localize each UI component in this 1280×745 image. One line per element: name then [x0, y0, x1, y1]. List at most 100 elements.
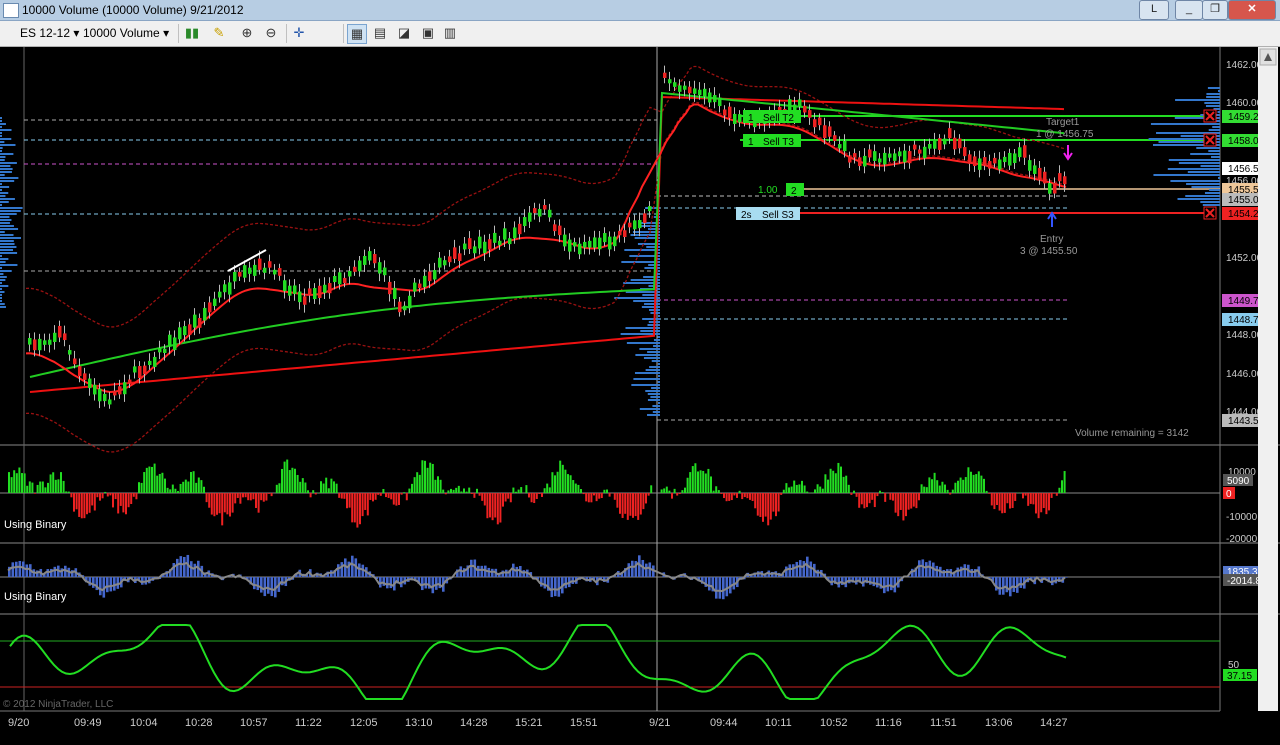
volume-profile-bar	[0, 183, 2, 185]
volume-profile-bar	[1151, 123, 1220, 125]
histogram-bar	[206, 493, 208, 502]
volume-profile-bar	[0, 225, 14, 227]
close-button[interactable]: ✕	[1228, 0, 1276, 20]
candle-body	[913, 145, 917, 150]
histogram-bar	[1043, 493, 1045, 508]
period-selector[interactable]: 10000 Volume ▾	[83, 26, 169, 40]
histogram-bar	[406, 493, 408, 500]
zoom-out-icon[interactable]: ⊖	[262, 24, 280, 42]
histogram-bar	[424, 461, 426, 493]
candle-body	[273, 270, 277, 275]
histogram-bar	[918, 493, 920, 500]
order-sell-t2[interactable]: 1 Sell T2	[743, 110, 801, 124]
volume-profile-bar	[0, 297, 2, 299]
pencil-icon[interactable]: ✎	[210, 24, 228, 42]
instrument-selector[interactable]: ES 12-12 ▾	[20, 26, 79, 40]
volume-profile-bar	[658, 402, 660, 404]
chart-canvas[interactable]: 1 Sell T2 1 Sell T3 2s Sell S3 1.00 2 Ta…	[0, 47, 1280, 740]
order-sell-s3[interactable]: 2s Sell S3	[736, 207, 800, 221]
candle-body	[433, 270, 437, 279]
histogram-bar	[247, 493, 249, 500]
histogram-bar	[151, 467, 153, 493]
histogram-bar	[24, 473, 26, 493]
volume-profile-bar	[0, 174, 5, 176]
restore-button[interactable]: ❐	[1202, 0, 1228, 20]
volume-profile-bar	[0, 258, 8, 260]
volume-profile-bar	[0, 201, 9, 203]
histogram-bar	[835, 473, 837, 493]
histogram-bar	[622, 493, 624, 518]
link-button[interactable]: L	[1139, 0, 1169, 20]
histogram-bar	[494, 493, 496, 518]
data-box-icon[interactable]: ▤	[371, 24, 389, 42]
indicators-icon[interactable]: ◪	[395, 24, 413, 42]
histogram-bar	[346, 493, 348, 508]
candle-body	[738, 114, 742, 122]
histogram-bar	[702, 471, 704, 493]
candle-body	[523, 217, 527, 226]
histogram-bar	[811, 492, 813, 493]
histogram-bar	[668, 491, 670, 493]
candle-body	[818, 118, 822, 126]
candle-body	[123, 382, 127, 394]
position-display[interactable]: 1.00 2	[758, 183, 804, 197]
histogram-bar	[575, 484, 577, 493]
candle-body	[978, 158, 982, 169]
histogram-bar	[609, 493, 611, 497]
candle-body	[258, 259, 262, 270]
crosshair-icon[interactable]: ✛	[290, 24, 308, 42]
strategies-icon[interactable]: ▣	[419, 24, 437, 42]
candle-body	[518, 224, 522, 234]
volume-profile-bar	[0, 285, 8, 287]
order-sell-t3[interactable]: 1 Sell T3	[743, 134, 801, 148]
bar-type-icon[interactable]: ▮▮	[183, 24, 201, 42]
histogram-bar	[967, 467, 969, 493]
histogram-bar	[507, 493, 509, 499]
candle-body	[848, 156, 852, 162]
close-order-t2-icon[interactable]	[1204, 110, 1216, 122]
volume-profile-bar	[658, 381, 660, 383]
histogram-bar	[1020, 577, 1023, 588]
time-tick: 12:05	[350, 717, 378, 729]
histogram-bar	[135, 493, 137, 499]
properties-icon[interactable]: ▥	[441, 24, 459, 42]
histogram-bar	[843, 477, 845, 493]
chart-area[interactable]: 1 Sell T2 1 Sell T3 2s Sell S3 1.00 2 Ta…	[0, 47, 1280, 740]
histogram-bar	[229, 493, 231, 517]
histogram-bar	[718, 490, 720, 493]
minimize-button[interactable]: _	[1175, 0, 1203, 20]
close-order-t3-icon[interactable]	[1204, 134, 1216, 146]
zoom-in-icon[interactable]: ⊕	[238, 24, 256, 42]
histogram-bar	[239, 493, 241, 504]
histogram-bar	[39, 482, 41, 493]
histogram-bar	[991, 493, 993, 505]
histogram-bar	[822, 489, 824, 493]
indicator3-line	[10, 625, 1066, 699]
histogram-bar	[629, 493, 631, 516]
candle-body	[453, 247, 457, 259]
histogram-bar	[759, 493, 761, 517]
volume-profile-bar	[0, 120, 2, 122]
chart-trader-icon[interactable]: ▦	[347, 24, 367, 44]
histogram-bar	[970, 472, 972, 493]
volume-remaining: Volume remaining = 3142	[1075, 428, 1189, 439]
histogram-bar	[50, 474, 52, 493]
candle-body	[838, 144, 842, 148]
histogram-bar	[874, 493, 876, 507]
axis-tick: 1460.00	[1226, 98, 1263, 109]
vertical-scrollbar[interactable]	[1258, 47, 1278, 711]
volume-profile-bar	[1186, 183, 1220, 185]
histogram-bar	[341, 493, 343, 499]
candle-body	[323, 285, 327, 293]
histogram-bar	[752, 493, 754, 501]
candle-body	[538, 209, 542, 217]
candle-body	[408, 296, 412, 309]
histogram-bar	[364, 493, 366, 510]
histogram-bar	[128, 493, 130, 507]
histogram-bar	[367, 493, 369, 515]
histogram-bar	[86, 493, 88, 514]
close-order-s3-icon[interactable]	[1204, 207, 1216, 219]
candle-body	[928, 144, 932, 149]
volume-profile-bar	[0, 228, 18, 230]
histogram-bar	[234, 493, 236, 503]
